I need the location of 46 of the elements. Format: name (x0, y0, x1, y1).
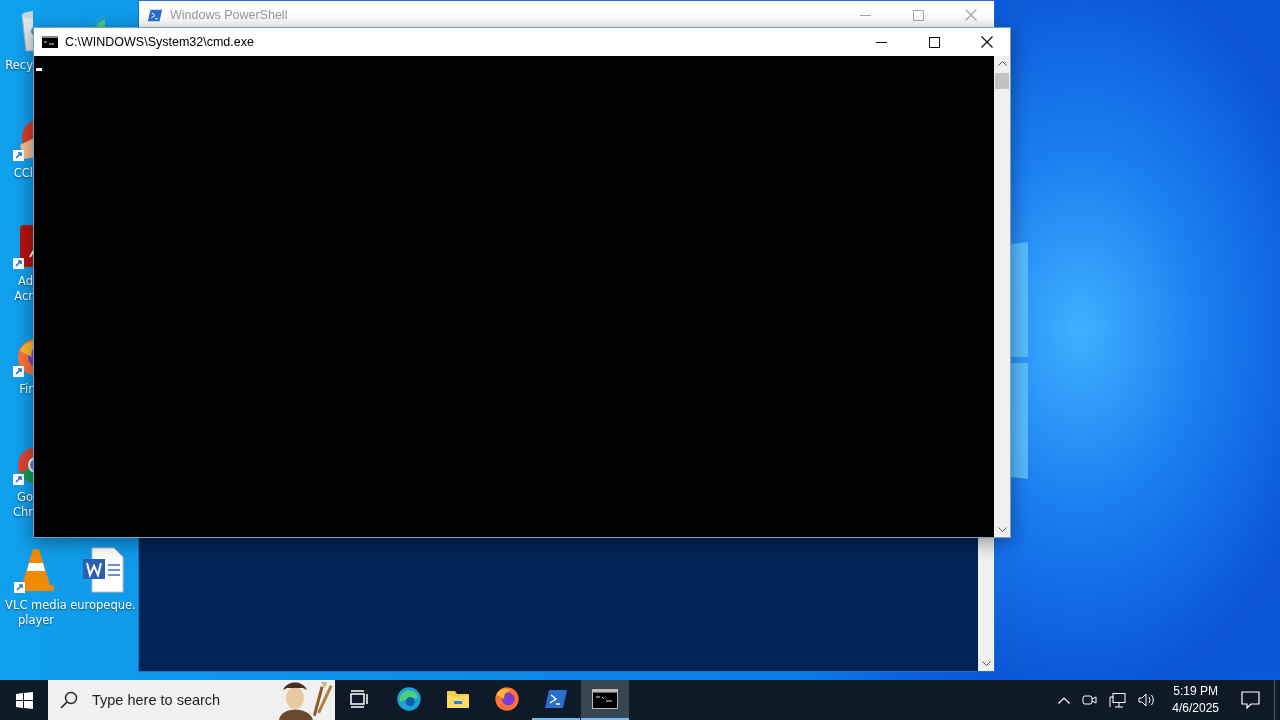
text-cursor (36, 68, 42, 71)
search-input[interactable]: Type here to search (90, 691, 261, 709)
close-icon (981, 36, 993, 48)
desktop-icon-label[interactable]: Fir (19, 382, 33, 397)
search-icon (60, 691, 78, 709)
vertical-scrollbar[interactable] (994, 56, 1010, 537)
network-icon[interactable] (1109, 692, 1127, 708)
chevron-up-icon[interactable] (1058, 696, 1071, 704)
window-title: C:\WINDOWS\System32\cmd.exe (65, 35, 254, 49)
close-icon (965, 9, 977, 21)
desktop-icon-label[interactable]: europeque. (70, 598, 136, 613)
folder-icon (446, 689, 470, 709)
powershell-icon (147, 8, 163, 22)
desktop-icon-label[interactable]: VLC media (5, 598, 67, 613)
cmd-taskbar-button[interactable] (581, 680, 629, 720)
desktop-icon-label[interactable]: player (17, 613, 55, 628)
scroll-thumb[interactable] (995, 73, 1009, 89)
camera-icon[interactable] (1082, 693, 1098, 707)
scroll-down-icon[interactable] (997, 527, 1007, 532)
window-title: Windows PowerShell (170, 8, 288, 22)
search-field[interactable]: Type here to search (48, 680, 335, 720)
desktop-icon-label[interactable]: Recy (5, 58, 33, 73)
maximize-icon (928, 36, 940, 48)
edge-icon (396, 686, 422, 712)
volume-icon[interactable] (1138, 693, 1157, 707)
desktop-icon-label[interactable]: CCl (13, 166, 33, 181)
clock-time: 5:19 PM (1173, 683, 1218, 700)
desktop-icon-label[interactable]: Acr (14, 289, 33, 304)
desktop-icon-label[interactable]: Chr (12, 505, 33, 520)
command-prompt-icon (592, 689, 618, 709)
command-prompt-icon (42, 36, 58, 48)
task-view-icon (350, 690, 370, 708)
windows-logo-icon (15, 691, 33, 709)
clock-button[interactable]: 5:19 PM 4/6/2025 (1166, 683, 1225, 717)
clock-date: 4/6/2025 (1172, 700, 1219, 717)
scroll-up-icon[interactable] (997, 61, 1007, 66)
maximize-icon (912, 9, 924, 21)
notification-icon[interactable] (1241, 691, 1260, 709)
minimize-icon (859, 14, 871, 16)
desktop-icon-label[interactable]: Go (17, 490, 33, 505)
word-document-icon (81, 547, 124, 593)
desktop-icon-label[interactable]: Ad (18, 274, 33, 289)
firefox-icon (494, 686, 520, 712)
powershell-icon (544, 689, 568, 709)
scroll-down-icon[interactable] (981, 661, 991, 666)
minimize-icon (875, 41, 887, 43)
